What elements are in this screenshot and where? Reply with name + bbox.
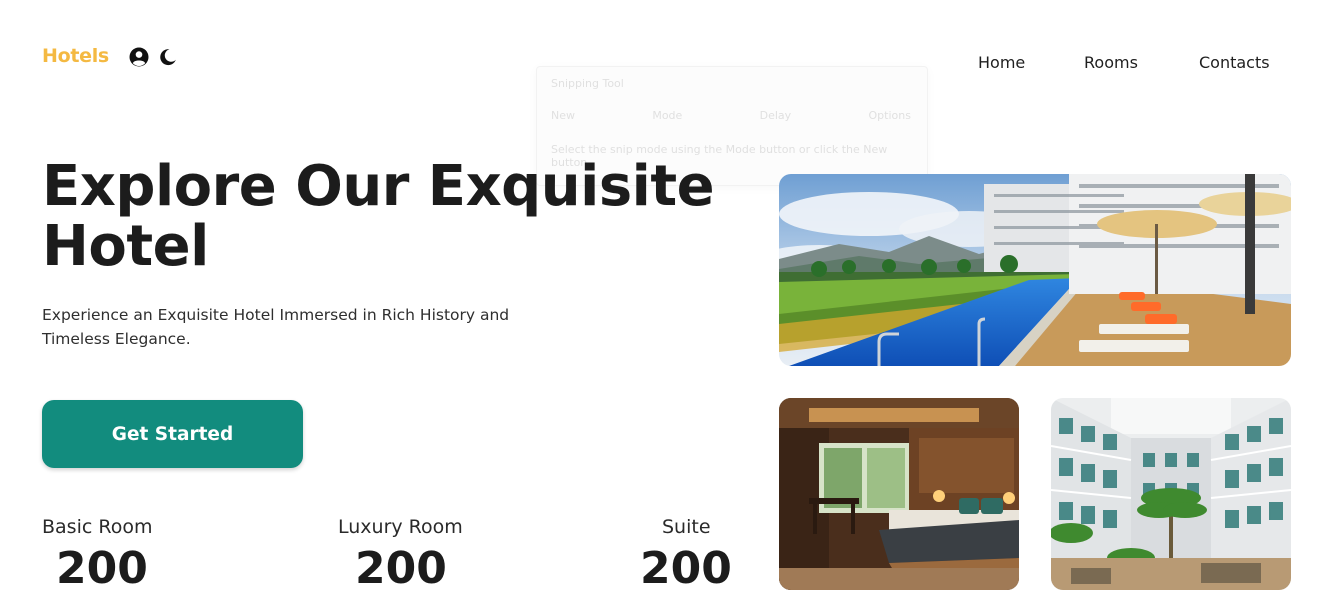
hero-title: Explore Our Exquisite Hotel xyxy=(42,154,715,279)
overlay-title: Snipping Tool xyxy=(551,77,624,90)
brand-logo[interactable]: Hotels xyxy=(42,45,109,67)
nav-rooms[interactable]: Rooms xyxy=(1084,53,1138,72)
stat-basic-room: Basic Room 200 xyxy=(42,516,152,593)
stat-label: Basic Room xyxy=(42,516,153,538)
stat-suite: Suite 200 xyxy=(640,516,732,593)
stat-label: Luxury Room xyxy=(338,516,463,538)
hotel-room-image xyxy=(779,398,1019,590)
stat-value: 200 xyxy=(56,543,148,594)
nav-contacts[interactable]: Contacts xyxy=(1199,53,1270,72)
hotel-atrium-image xyxy=(1051,398,1291,590)
stat-value: 200 xyxy=(355,543,447,594)
get-started-button[interactable]: Get Started xyxy=(42,400,303,468)
overlay-toolbar: New Mode Delay Options xyxy=(551,109,911,122)
stat-label: Suite xyxy=(662,516,711,538)
hotel-pool-image xyxy=(779,174,1291,366)
overlay-tool-delay: Delay xyxy=(759,109,792,122)
moon-icon[interactable] xyxy=(158,47,178,67)
hero-subtitle: Experience an Exquisite Hotel Immersed i… xyxy=(42,306,510,348)
user-circle-icon[interactable] xyxy=(129,47,149,67)
page: Hotels Home Rooms Contacts Snipping Tool… xyxy=(0,0,1330,602)
stat-luxury-room: Luxury Room 200 xyxy=(338,516,463,593)
overlay-tool-options: Options xyxy=(868,109,911,122)
nav-home[interactable]: Home xyxy=(978,53,1025,72)
stat-value: 200 xyxy=(640,543,732,594)
overlay-tool-new: New xyxy=(551,109,575,122)
overlay-tool-mode: Mode xyxy=(652,109,683,122)
